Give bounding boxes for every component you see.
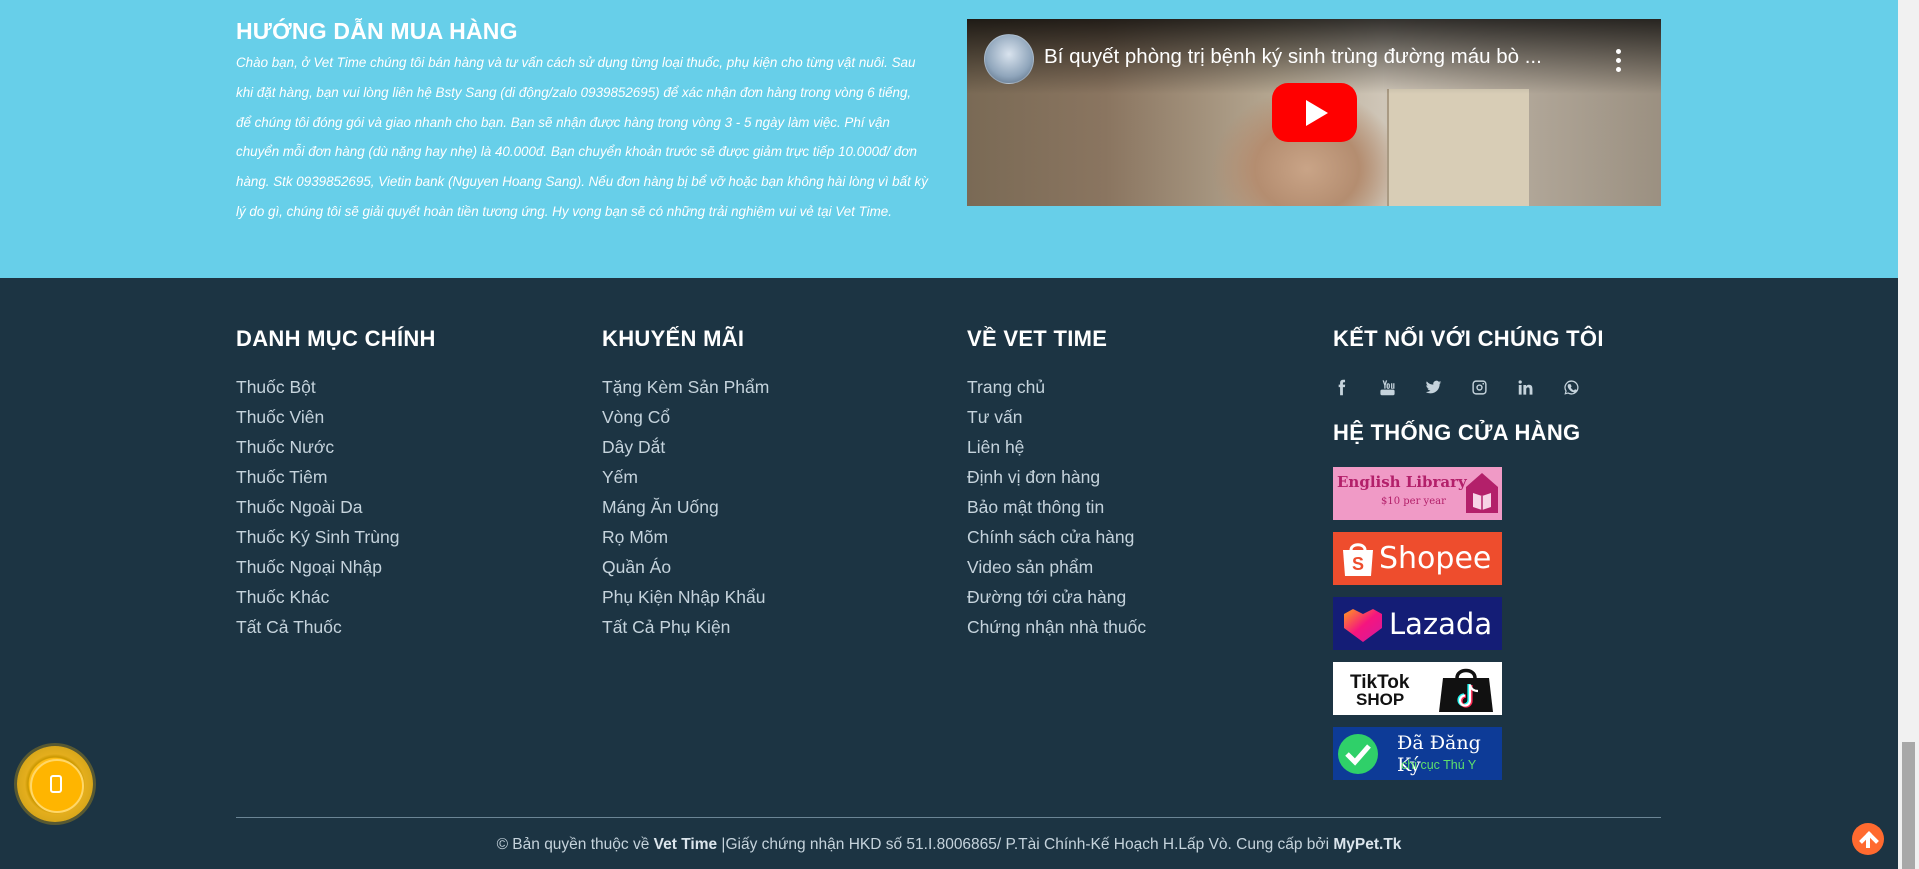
footer-link[interactable]: Máng Ăn Uống — [602, 496, 769, 526]
guide-title: HƯỚNG DẪN MUA HÀNG — [236, 18, 518, 44]
lazada-label: Lazada — [1389, 607, 1493, 641]
social-links — [1333, 376, 1609, 398]
purchase-guide-section: HƯỚNG DẪN MUA HÀNG Chào bạn, ở Vet Time … — [0, 0, 1898, 278]
footer-column-main-categories: DANH MỤC CHÍNH Thuốc Bột Thuốc Viên Thuố… — [236, 326, 436, 637]
whatsapp-icon[interactable] — [1563, 376, 1609, 398]
play-icon[interactable] — [1272, 83, 1357, 142]
facebook-icon[interactable] — [1333, 376, 1379, 398]
footer-link[interactable]: Thuốc Ngoài Da — [236, 496, 399, 526]
promotions-list: Tặng Kèm Sản Phẩm Vòng Cổ Dây Dắt Yếm Má… — [602, 376, 769, 646]
call-button[interactable] — [17, 746, 93, 822]
linkedin-icon[interactable] — [1517, 376, 1563, 398]
veterinary-department-label: chi cục Thú Y — [1401, 758, 1477, 772]
footer-link[interactable]: Quần Áo — [602, 556, 769, 586]
footer-column-title: KẾT NỐI VỚI CHÚNG TÔI — [1333, 326, 1604, 351]
footer-link[interactable]: Rọ Mõm — [602, 526, 769, 556]
video-title[interactable]: Bí quyết phòng trị bệnh ký sinh trùng đư… — [1044, 45, 1604, 69]
footer-link[interactable]: Liên hệ — [967, 436, 1146, 466]
provider-link[interactable]: MyPet.Tk — [1333, 836, 1401, 853]
footer-link[interactable]: Thuốc Khác — [236, 586, 399, 616]
about-list: Trang chủ Tư vấn Liên hệ Định vị đơn hàn… — [967, 376, 1146, 646]
tiktok-shop-banner[interactable]: TikTok SHOP — [1333, 662, 1502, 715]
footer-link[interactable]: Vòng Cổ — [602, 406, 769, 436]
footer-link[interactable]: Tất Cả Phụ Kiện — [602, 616, 769, 646]
footer-link[interactable]: Chính sách cửa hàng — [967, 526, 1146, 556]
scrollbar-thumb[interactable] — [1902, 742, 1915, 869]
instagram-icon[interactable] — [1471, 376, 1517, 398]
youtube-video-embed[interactable]: Bí quyết phòng trị bệnh ký sinh trùng đư… — [967, 19, 1661, 206]
lazada-heart-icon — [1344, 609, 1382, 642]
footer-link[interactable]: Thuốc Ký Sinh Trùng — [236, 526, 399, 556]
footer-link[interactable]: Dây Dắt — [602, 436, 769, 466]
library-building-icon — [1466, 473, 1498, 513]
more-vert-icon[interactable] — [1616, 49, 1621, 76]
footer-column-title: VỀ VET TIME — [967, 326, 1108, 351]
footer-link[interactable]: Trang chủ — [967, 376, 1146, 406]
stores-title: HỆ THỐNG CỬA HÀNG — [1333, 420, 1581, 445]
tiktok-shop-bag-icon — [1439, 668, 1493, 712]
footer-divider — [236, 817, 1661, 818]
footer-column-connect: KẾT NỐI VỚI CHÚNG TÔI — [1333, 326, 1604, 352]
registered-veterinary-badge[interactable]: Đã Đăng Ký chi cục Thú Y — [1333, 727, 1502, 780]
phone-icon — [30, 759, 84, 813]
page-scrollbar[interactable] — [1898, 0, 1919, 869]
arrow-up-icon[interactable] — [1852, 823, 1884, 855]
footer-link[interactable]: Thuốc Viên — [236, 406, 399, 436]
copyright-license: |Giấy chứng nhận HKD số 51.I.8006865/ P.… — [721, 836, 1330, 853]
footer-link[interactable]: Thuốc Tiêm — [236, 466, 399, 496]
main-categories-list: Thuốc Bột Thuốc Viên Thuốc Nước Thuốc Ti… — [236, 376, 399, 646]
copyright-text: © Bản quyền thuộc về Vet Time |Giấy chứn… — [0, 836, 1898, 854]
video-thumbnail-background — [1387, 89, 1529, 206]
english-library-price: $10 per year — [1381, 496, 1446, 507]
footer-link[interactable]: Thuốc Ngoại Nhập — [236, 556, 399, 586]
lazada-store-banner[interactable]: Lazada — [1333, 597, 1502, 650]
footer-link[interactable]: Phụ Kiện Nhập Khẩu — [602, 586, 769, 616]
footer-column-title: KHUYẾN MÃI — [602, 326, 745, 351]
footer-link[interactable]: Định vị đơn hàng — [967, 466, 1146, 496]
footer-column-title: DANH MỤC CHÍNH — [236, 326, 436, 351]
tiktok-shop-label: SHOP — [1356, 690, 1405, 709]
youtube-icon[interactable] — [1379, 376, 1425, 398]
footer-link[interactable]: Chứng nhận nhà thuốc — [967, 616, 1146, 646]
footer-column-about: VỀ VET TIME Trang chủ Tư vấn Liên hệ Địn… — [967, 326, 1146, 637]
check-circle-icon — [1338, 734, 1378, 774]
footer-link[interactable]: Tư vấn — [967, 406, 1146, 436]
copyright-prefix: © Bản quyền thuộc về — [496, 836, 650, 853]
footer-link[interactable]: Video sản phẩm — [967, 556, 1146, 586]
shopee-store-banner[interactable]: S Shopee — [1333, 532, 1502, 585]
shopee-label: Shopee — [1379, 541, 1492, 576]
english-library-title: English Library — [1337, 473, 1467, 491]
shopee-bag-icon: S — [1343, 543, 1373, 576]
twitter-icon[interactable] — [1425, 376, 1471, 398]
footer-link[interactable]: Thuốc Bột — [236, 376, 399, 406]
footer-link[interactable]: Đường tới cửa hàng — [967, 586, 1146, 616]
footer-column-promotions: KHUYẾN MÃI Tặng Kèm Sản Phẩm Vòng Cổ Dây… — [602, 326, 769, 637]
footer-link[interactable]: Bảo mật thông tin — [967, 496, 1146, 526]
footer-link[interactable]: Yếm — [602, 466, 769, 496]
footer-link[interactable]: Tất Cả Thuốc — [236, 616, 399, 646]
footer-link[interactable]: Thuốc Nước — [236, 436, 399, 466]
copyright-brand: Vet Time — [653, 836, 718, 853]
footer-link[interactable]: Tặng Kèm Sản Phẩm — [602, 376, 769, 406]
svg-text:S: S — [1352, 554, 1364, 574]
channel-avatar[interactable] — [984, 34, 1034, 84]
english-library-banner[interactable]: English Library $10 per year — [1333, 467, 1502, 520]
guide-text: Chào bạn, ở Vet Time chúng tôi bán hàng … — [236, 55, 928, 219]
